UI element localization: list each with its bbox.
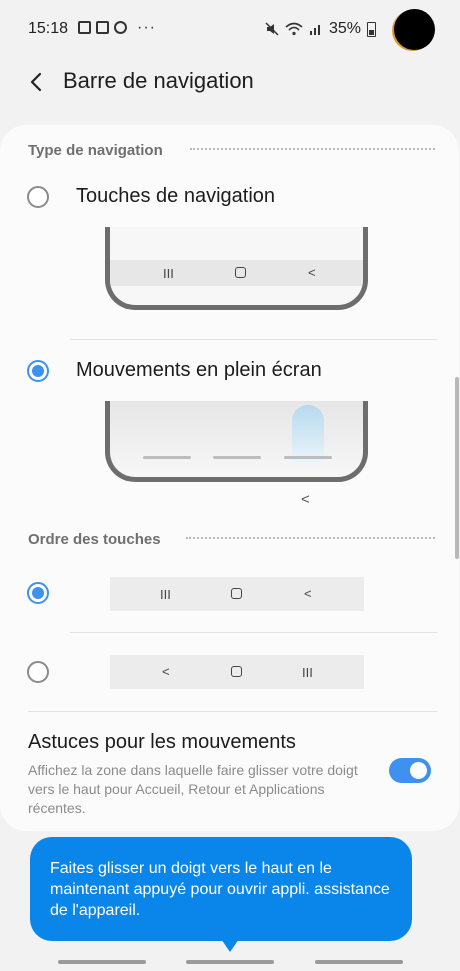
more-notifications-icon: ··· [137,18,156,36]
back-icon: < [308,265,316,280]
gesture-bar-back[interactable] [315,960,403,964]
section-title-button-order: Ordre des touches [28,531,161,548]
tooltip-pointer [219,936,241,952]
option-divider [70,339,437,340]
home-icon [235,267,246,278]
gesture-tips-toggle[interactable] [389,758,431,783]
section-title-navigation-type: Type de navigation [28,142,163,159]
navigation-buttons-preview: III < [105,227,368,310]
wifi-icon [285,22,303,36]
radio-fullscreen-gestures[interactable] [27,360,49,382]
preview-nav-bar: III < [110,260,363,286]
page-title: Barre de navigation [63,68,254,93]
back-arrow-icon[interactable] [24,68,52,96]
battery-percent: 35% [329,20,362,37]
status-time: 15:18 [28,20,69,37]
status-bar: 15:18 ··· 35% [0,0,460,60]
back-icon: < [301,491,310,508]
radio-order-recents-home-back[interactable] [27,582,49,604]
gesture-hint-bar [284,456,332,459]
option-divider [28,711,437,712]
back-icon: < [304,586,312,601]
app-bar: Barre de navigation [0,60,460,120]
home-icon [231,666,242,677]
image-icon [96,21,109,34]
section-divider [186,537,435,539]
camera-cutout [394,9,435,50]
radio-navigation-buttons[interactable] [27,186,49,208]
home-icon [231,588,242,599]
recents-icon: III [302,665,313,680]
option-label-navigation-buttons[interactable]: Touches de navigation [76,185,275,208]
system-status: 35% [265,20,377,38]
signal-icon [310,25,320,35]
gesture-bar-home[interactable] [186,960,274,964]
gesture-tips-title[interactable]: Astuces pour les mouvements [28,731,296,754]
recents-icon: III [163,266,174,281]
gesture-bar-recents[interactable] [58,960,146,964]
mute-icon [265,22,279,36]
tooltip-text: Faites glisser un doigt vers le haut en … [50,860,390,919]
order-preview-recents-home-back[interactable]: III < [110,577,364,611]
assistant-tooltip: Faites glisser un doigt vers le haut en … [30,837,412,941]
radio-order-back-home-recents[interactable] [27,661,49,683]
gesture-hint-bar [143,456,191,459]
order-preview-back-home-recents[interactable]: < III [110,655,364,689]
option-label-fullscreen-gestures[interactable]: Mouvements en plein écran [76,359,322,382]
gesture-hint-bar [213,456,261,459]
back-icon: < [162,664,170,679]
fullscreen-gestures-preview [105,401,368,482]
gesture-tips-description: Affichez la zone dans laquelle faire gli… [28,762,358,816]
option-divider [70,632,437,633]
section-divider [190,148,435,150]
gallery-icon [78,21,91,34]
notification-icons: ··· [78,18,156,36]
basketball-icon [114,21,127,34]
battery-icon [367,21,377,37]
toggle-knob [408,760,429,781]
scrollbar[interactable] [455,377,459,559]
recents-icon: III [160,587,171,602]
